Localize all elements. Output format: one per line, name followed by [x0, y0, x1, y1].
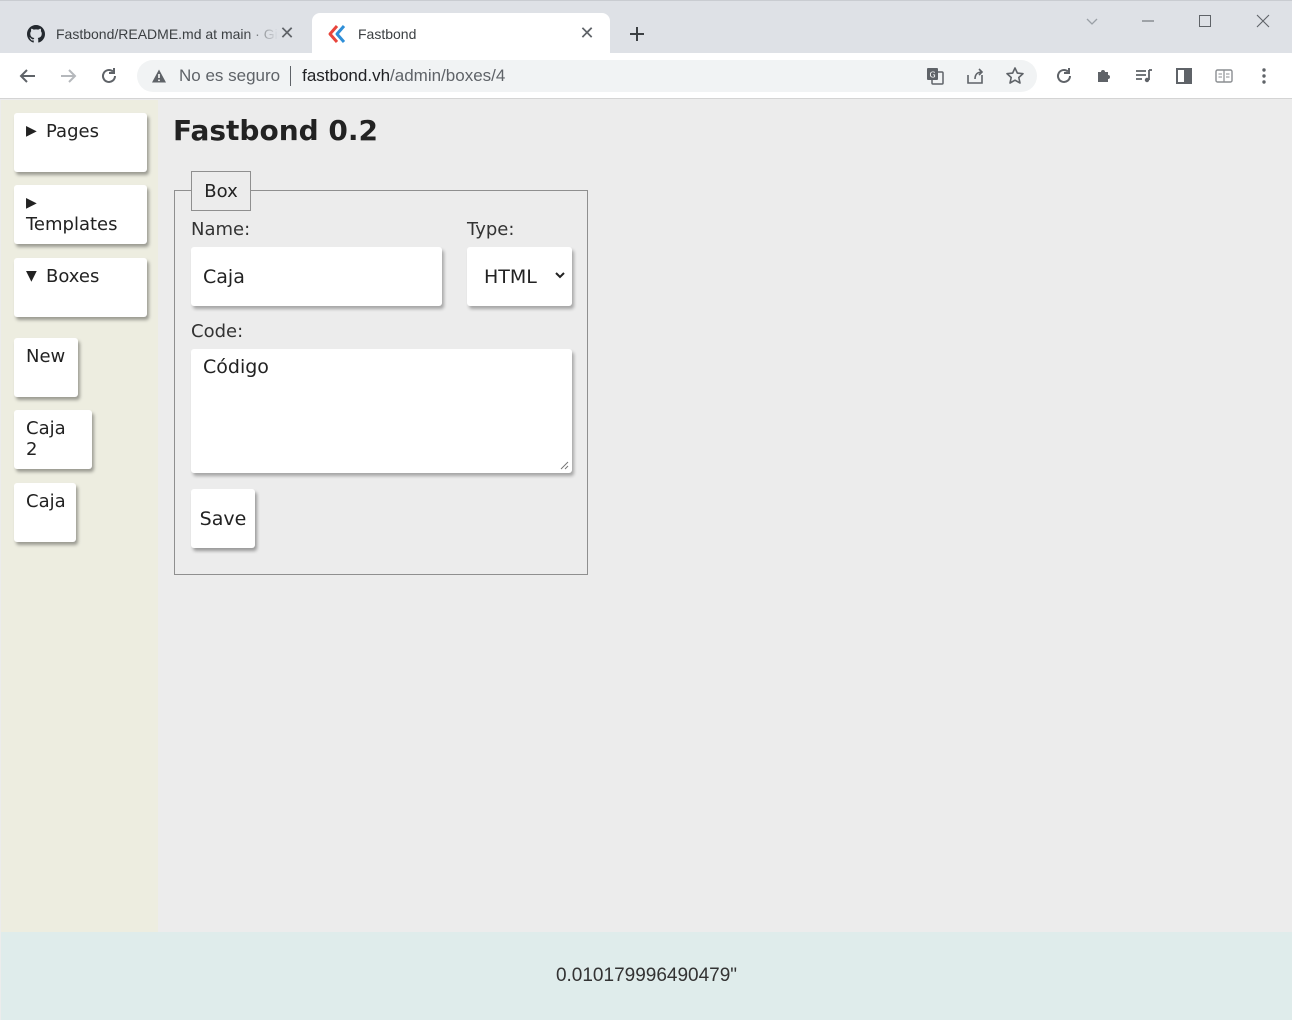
tab-search-icon[interactable]	[1080, 9, 1104, 33]
refresh-extension-icon[interactable]	[1050, 62, 1078, 90]
type-select-value: HTML	[484, 265, 537, 288]
type-label: Type:	[467, 219, 515, 240]
sidebar-item-new[interactable]: New	[14, 338, 78, 397]
code-textarea-value: Código	[203, 356, 269, 378]
sidebar: ▶ Pages ▶ Templates ▼ Boxes New Caja 2 Caja	[1, 100, 158, 932]
forward-icon[interactable]	[54, 62, 82, 90]
sidebar-item-caja-2[interactable]: Caja 2	[14, 410, 92, 469]
type-select[interactable]: HTML	[467, 247, 572, 306]
reader-mode-icon[interactable]	[1210, 62, 1238, 90]
footer-timing-text: 0.010179996490479"	[555, 965, 738, 986]
minimize-icon[interactable]	[1136, 9, 1160, 33]
sidebar-section-templates[interactable]: ▶ Templates	[14, 185, 147, 244]
chevron-down-icon	[555, 272, 565, 279]
address-bar[interactable]: No es seguro fastbond.vh/admin/boxes/4 G	[137, 60, 1037, 92]
sidebar-section-label: Pages	[46, 121, 99, 142]
browser-toolbar: No es seguro fastbond.vh/admin/boxes/4 G	[0, 53, 1292, 99]
code-label: Code:	[191, 321, 244, 342]
more-menu-icon[interactable]	[1250, 62, 1278, 90]
maximize-icon[interactable]	[1193, 9, 1217, 33]
sidebar-section-boxes[interactable]: ▼ Boxes	[14, 258, 147, 317]
code-textarea[interactable]: Código	[191, 349, 572, 473]
warning-icon	[152, 69, 166, 83]
security-label[interactable]: No es seguro	[179, 66, 280, 86]
tab-title: Fastbond	[358, 25, 417, 42]
resize-grip-icon[interactable]	[559, 460, 569, 470]
page-title: Fastbond 0.2	[173, 114, 379, 147]
name-label: Name:	[191, 219, 251, 240]
tab-github-readme[interactable]: Fastbond/README.md at main · GitHub ✕	[10, 13, 310, 54]
save-button[interactable]: Save	[191, 489, 255, 548]
url-host: fastbond.vh	[302, 66, 391, 85]
sidebar-item-label: Caja 2	[26, 418, 66, 460]
tab-title: Fastbond/README.md at main · GitHub	[56, 25, 278, 42]
caret-right-icon: ▶	[26, 123, 37, 139]
form-legend: Box	[191, 171, 251, 211]
close-icon[interactable]: ✕	[278, 23, 296, 43]
sidebar-section-label: Boxes	[46, 266, 100, 287]
caret-down-icon: ▼	[26, 268, 37, 284]
extensions-puzzle-icon[interactable]	[1090, 62, 1118, 90]
sidebar-section-label: Templates	[26, 214, 118, 235]
caret-right-icon: ▶	[26, 195, 37, 211]
box-form: Box Name: Type: HTML Code: Código Save	[174, 171, 588, 575]
share-icon[interactable]	[963, 64, 987, 88]
media-control-icon[interactable]	[1130, 62, 1158, 90]
sidebar-item-caja[interactable]: Caja	[14, 483, 76, 542]
close-icon[interactable]: ✕	[578, 23, 596, 43]
main-content: Fastbond 0.2 Box Name: Type: HTML Code: …	[158, 100, 1292, 932]
fastbond-icon	[328, 24, 348, 44]
bookmark-star-icon[interactable]	[1003, 64, 1027, 88]
url-path: /admin/boxes/4	[390, 66, 506, 85]
sidebar-item-label: New	[26, 346, 66, 367]
close-window-icon[interactable]	[1251, 9, 1275, 33]
footer: 0.010179996490479"	[1, 932, 1292, 1020]
sidebar-section-pages[interactable]: ▶ Pages	[14, 113, 147, 172]
tab-strip: Fastbond/README.md at main · GitHub ✕ Fa…	[0, 0, 1292, 54]
translate-icon[interactable]: G	[923, 64, 947, 88]
tab-fastbond[interactable]: Fastbond ✕	[312, 13, 610, 54]
github-icon	[26, 24, 46, 44]
sidebar-item-label: Caja	[26, 491, 66, 512]
svg-text:G: G	[930, 71, 936, 80]
back-icon[interactable]	[14, 62, 42, 90]
side-panel-icon[interactable]	[1170, 62, 1198, 90]
name-input[interactable]	[191, 247, 442, 306]
divider	[290, 66, 292, 86]
reload-icon[interactable]	[95, 62, 123, 90]
new-tab-button[interactable]	[624, 21, 650, 47]
